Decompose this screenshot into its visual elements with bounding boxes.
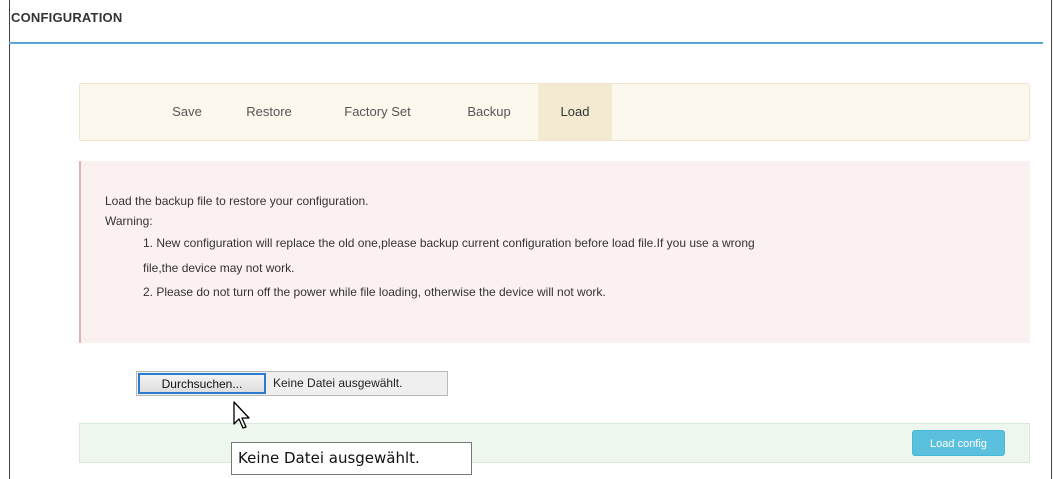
notice-intro: Load the backup file to restore your con… [105,194,369,208]
notice-warning-label: Warning: [105,214,153,228]
file-tooltip: Keine Datei ausgewählt. [231,442,472,475]
load-config-button[interactable]: Load config [912,430,1005,456]
action-bar: Load config [79,423,1030,463]
tab-load[interactable]: Load [538,84,612,140]
mouse-pointer-icon [233,401,250,429]
tab-backup[interactable]: Backup [450,84,528,140]
browse-button[interactable]: Durchsuchen... [138,373,266,394]
title-divider [9,42,1043,44]
notice-item-1: 1. New configuration will replace the ol… [143,236,755,250]
file-input[interactable]: Durchsuchen... Keine Datei ausgewählt. [136,371,448,396]
file-status-text: Keine Datei ausgewählt. [273,376,403,390]
tab-restore[interactable]: Restore [229,84,309,140]
notice-item-1-cont: file,the device may not work. [143,261,295,275]
load-warning-notice: Load the backup file to restore your con… [79,161,1030,343]
tab-factory-set[interactable]: Factory Set [325,84,430,140]
page-title: CONFIGURATION [11,10,123,25]
config-tab-bar: Save Restore Factory Set Backup Load [79,83,1030,141]
notice-item-2: 2. Please do not turn off the power whil… [143,285,606,299]
tab-save[interactable]: Save [162,84,212,140]
